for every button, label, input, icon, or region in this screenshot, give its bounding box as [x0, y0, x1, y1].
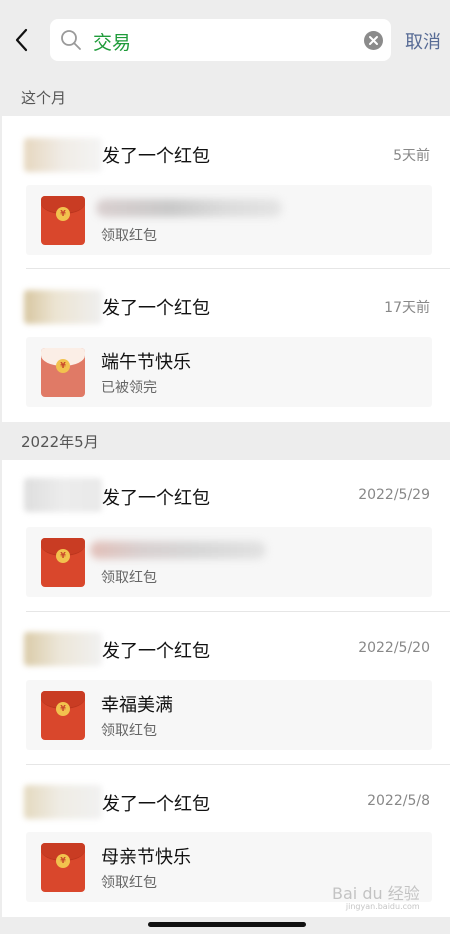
card-status: 领取红包	[101, 228, 157, 244]
entry-time: 17天前	[384, 300, 430, 316]
back-button[interactable]	[12, 22, 32, 58]
avatar[interactable]	[24, 478, 102, 512]
entry-time: 2022/5/8	[367, 793, 430, 809]
card-title: 幸福美满	[101, 695, 173, 716]
clear-search-button[interactable]	[364, 31, 383, 50]
avatar[interactable]	[24, 632, 102, 666]
section-label: 这个月	[21, 89, 67, 107]
search-icon	[61, 30, 81, 50]
search-query[interactable]: 交易	[93, 28, 131, 55]
blurred-message	[96, 199, 282, 217]
section-label: 2022年5月	[21, 433, 99, 451]
list-item[interactable]: 发了一个红包 5天前 ¥ 领取红包	[2, 116, 450, 268]
red-packet-card[interactable]: ¥ 端午节快乐 已被领完	[26, 337, 432, 407]
card-status: 领取红包	[101, 570, 157, 586]
entry-time: 5天前	[393, 148, 430, 164]
card-status: 领取红包	[101, 875, 157, 891]
home-indicator[interactable]	[148, 922, 306, 927]
close-icon	[369, 36, 378, 45]
red-envelope-icon: ¥	[41, 196, 85, 245]
list-item[interactable]: 发了一个红包 17天前 ¥ 端午节快乐 已被领完	[2, 269, 450, 422]
list-item[interactable]: 发了一个红包 2022/5/29 ¥ 领取红包	[2, 460, 450, 611]
section-header-may-2022: 2022年5月	[0, 422, 450, 460]
avatar[interactable]	[24, 290, 102, 324]
entry-time: 2022/5/20	[358, 640, 430, 656]
entry-time: 2022/5/29	[358, 487, 430, 503]
card-status: 已被领完	[101, 380, 157, 396]
entry-action: 发了一个红包	[102, 146, 210, 167]
red-envelope-icon: ¥	[41, 843, 85, 892]
red-packet-card[interactable]: ¥ 领取红包	[26, 185, 432, 255]
card-status: 领取红包	[101, 723, 157, 739]
results-panel-may-2022: 发了一个红包 2022/5/29 ¥ 领取红包 发了一个红包 2022/5/20…	[2, 460, 450, 917]
section-header-this-month: 这个月	[0, 78, 450, 116]
avatar[interactable]	[24, 138, 102, 172]
red-envelope-icon: ¥	[41, 538, 85, 587]
chevron-left-icon	[15, 28, 28, 52]
search-input[interactable]: 交易	[50, 19, 391, 61]
entry-action: 发了一个红包	[102, 488, 210, 509]
baidu-jingyan-watermark: Bai du 经验 jingyan.baidu.com	[332, 884, 420, 911]
opened-envelope-icon: ¥	[41, 348, 85, 397]
card-title: 端午节快乐	[101, 352, 191, 373]
entry-action: 发了一个红包	[102, 794, 210, 815]
entry-action: 发了一个红包	[102, 298, 210, 319]
avatar[interactable]	[24, 785, 102, 819]
entry-action: 发了一个红包	[102, 641, 210, 662]
red-packet-card[interactable]: ¥ 领取红包	[26, 527, 432, 597]
list-item[interactable]: 发了一个红包 2022/5/20 ¥ 幸福美满 领取红包	[2, 612, 450, 764]
blurred-message	[90, 541, 266, 559]
cancel-button[interactable]: 取消	[405, 28, 441, 54]
search-bar: 交易 取消	[0, 0, 450, 80]
results-panel-this-month: 发了一个红包 5天前 ¥ 领取红包 发了一个红包 17天前 ¥ 端午节快乐 已被…	[2, 116, 450, 422]
red-packet-card[interactable]: ¥ 幸福美满 领取红包	[26, 680, 432, 750]
red-envelope-icon: ¥	[41, 691, 85, 740]
card-title: 母亲节快乐	[101, 847, 191, 868]
